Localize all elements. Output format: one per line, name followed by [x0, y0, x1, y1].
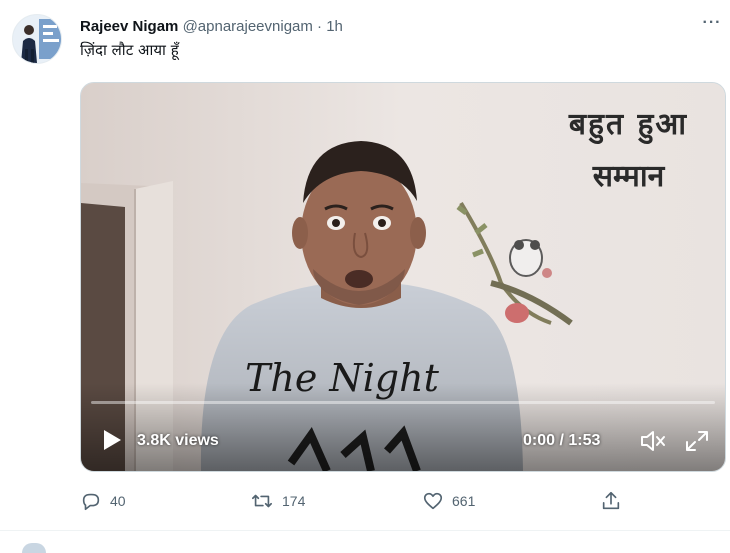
- reply-icon: [82, 493, 100, 511]
- next-tweet-avatar[interactable]: [22, 543, 46, 553]
- retweet-icon: [252, 494, 272, 508]
- tweet-divider: [0, 530, 730, 531]
- like-icon: [423, 492, 443, 510]
- like-button[interactable]: 661: [422, 486, 475, 516]
- view-count: 3.8K views: [137, 432, 219, 449]
- time-readout: 0:00 / 1:53: [523, 432, 601, 449]
- video-caption-line1: बहुत हुआ: [568, 107, 689, 142]
- play-icon[interactable]: [101, 428, 123, 452]
- tweet-timestamp[interactable]: 1h: [326, 18, 343, 35]
- mute-icon[interactable]: [639, 429, 667, 453]
- tweet-header: Rajeev Nigam @apnarajeevnigam · 1h: [80, 17, 343, 37]
- tweet: Rajeev Nigam @apnarajeevnigam · 1h ··· ज…: [0, 0, 730, 530]
- reply-count: 40: [110, 493, 126, 509]
- share-button[interactable]: [600, 486, 622, 516]
- tweet-text: ज़िंदा लौट आया हूँ: [80, 41, 179, 59]
- reply-button[interactable]: 40: [80, 486, 126, 516]
- retweet-count: 174: [282, 493, 306, 509]
- tweet-actions: 40 174 661: [80, 486, 640, 516]
- separator-dot: ·: [317, 18, 323, 35]
- retweet-button[interactable]: 174: [250, 486, 305, 516]
- share-icon: [602, 491, 620, 510]
- fullscreen-icon[interactable]: [684, 429, 710, 453]
- avatar-image: [13, 15, 61, 63]
- video-caption-line2: सम्मान: [592, 159, 665, 194]
- avatar[interactable]: [12, 14, 62, 64]
- author-name[interactable]: Rajeev Nigam: [80, 18, 178, 35]
- more-options-icon[interactable]: ···: [700, 14, 724, 34]
- video-player[interactable]: The Night बहुत हुआ सम्मान 3.8K views 0:0…: [80, 82, 726, 472]
- progress-bar[interactable]: [91, 401, 715, 404]
- like-count: 661: [452, 493, 476, 509]
- author-handle[interactable]: @apnarajeevnigam: [183, 18, 313, 35]
